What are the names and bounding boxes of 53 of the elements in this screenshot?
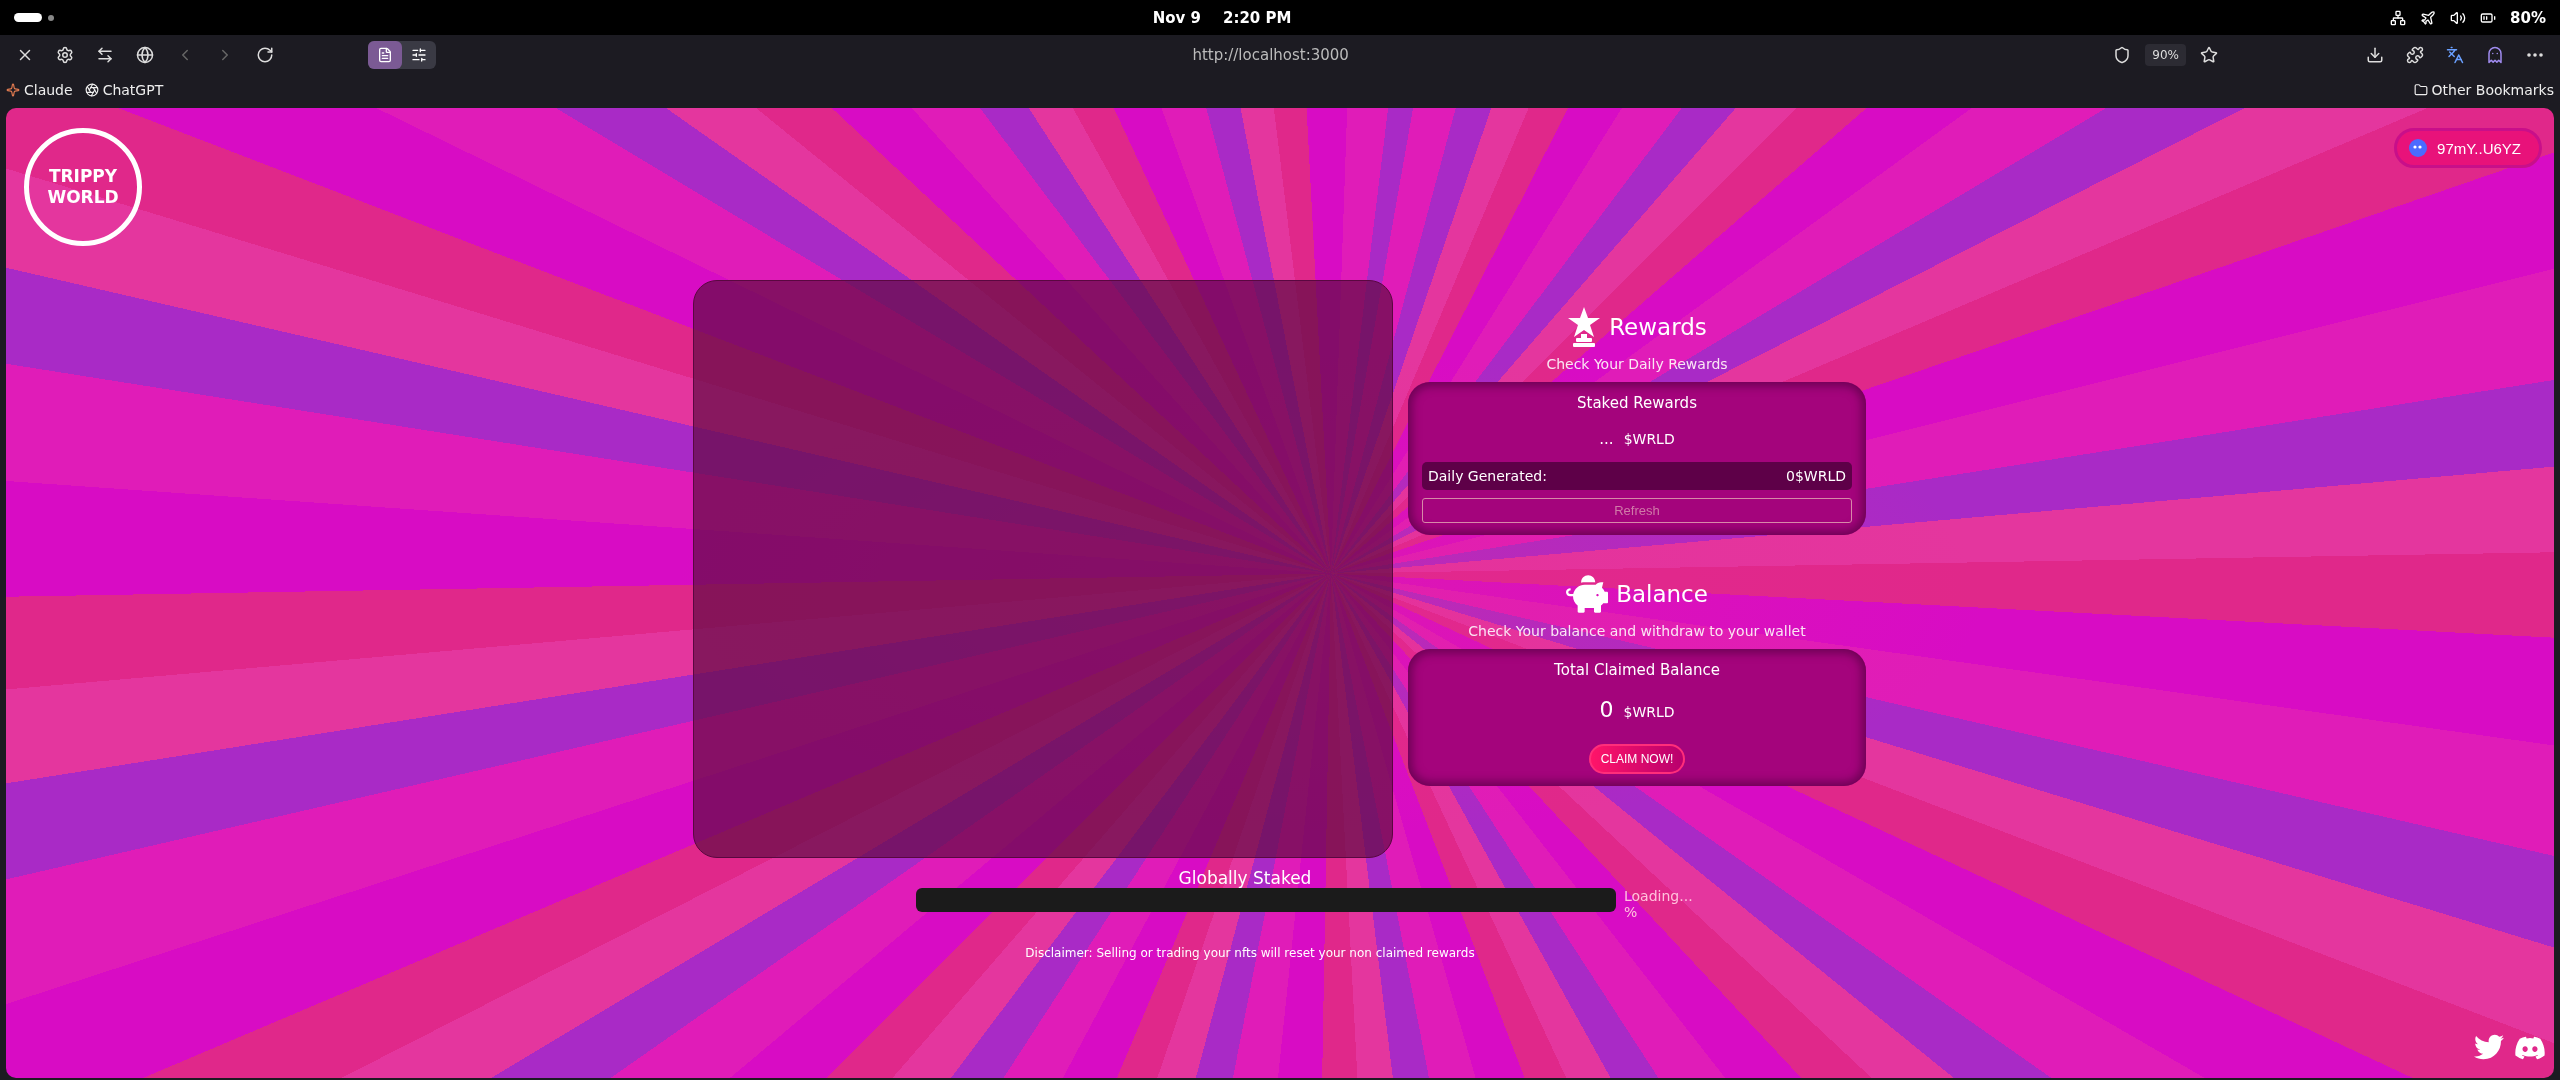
reload-icon xyxy=(256,46,274,64)
daily-generated-label: Daily Generated: xyxy=(1428,468,1547,484)
globe-icon xyxy=(136,46,154,64)
rewards-amount: ... xyxy=(1599,430,1614,448)
address-bar-url[interactable]: http://localhost:3000 xyxy=(442,46,2100,64)
puzzle-icon xyxy=(2406,46,2424,64)
battery-percentage: 80% xyxy=(2510,8,2546,27)
document-icon xyxy=(377,47,393,63)
swap-arrows-icon xyxy=(96,46,114,64)
disclaimer-text: Disclaimer: Selling or trading your nfts will reset your non claimed rewards xyxy=(1025,946,1475,960)
card-title: Staked Rewards xyxy=(1577,394,1697,412)
translate-icon xyxy=(2446,46,2464,64)
clock-time: 2:20 PM xyxy=(1222,8,1292,27)
aperture-icon xyxy=(84,83,99,97)
folder-icon xyxy=(2413,83,2428,97)
loading-status: Loading... xyxy=(1624,888,1694,904)
ghost-icon xyxy=(2486,46,2504,64)
card-title: Total Claimed Balance xyxy=(1554,661,1720,679)
bookmark-link[interactable]: Claude xyxy=(6,82,73,98)
globally-staked-title: Globally Staked xyxy=(1178,868,1312,888)
balance-heading: Balance xyxy=(1616,581,1708,607)
star-icon xyxy=(2200,46,2218,64)
zoom-level[interactable]: 90% xyxy=(2145,44,2186,66)
balance-amount: 0 xyxy=(1599,697,1614,722)
piggy-bank-icon xyxy=(1566,573,1609,615)
bookmark-link[interactable]: ChatGPT xyxy=(84,82,164,98)
daily-generated-value: 0$WRLD xyxy=(1786,468,1846,484)
volume-icon xyxy=(2450,9,2467,26)
currency-unit: $WRLD xyxy=(1623,431,1675,447)
sparkle-icon xyxy=(6,83,20,97)
airplane-icon xyxy=(2420,9,2437,26)
clock-date: Nov 9 xyxy=(1152,8,1201,27)
wallet-avatar-icon xyxy=(2409,139,2428,157)
workspace-dot xyxy=(48,14,54,21)
rewards-heading: Rewards xyxy=(1609,314,1707,340)
activities-indicator[interactable] xyxy=(14,13,42,22)
page-view-button[interactable] xyxy=(368,41,402,69)
rewards-subtitle: Check Your Daily Rewards xyxy=(1546,356,1728,372)
logo[interactable]: TRIPPY WORLD xyxy=(24,128,142,246)
percent-label: % xyxy=(1624,904,1639,920)
other-bookmarks-link[interactable]: Other Bookmarks xyxy=(2413,82,2554,98)
currency-unit: $WRLD xyxy=(1623,704,1675,720)
download-icon xyxy=(2366,46,2384,64)
shield-icon xyxy=(2113,46,2132,64)
wallet-button[interactable]: 97mY..U6YZ xyxy=(2394,128,2542,168)
sliders-icon xyxy=(411,47,427,63)
star-trophy-icon xyxy=(1567,306,1602,348)
more-icon xyxy=(2527,53,2543,57)
claim-now-button[interactable]: CLAIM NOW! xyxy=(1588,744,1686,774)
network-icon xyxy=(2390,9,2407,26)
twitter-icon xyxy=(2474,1032,2504,1062)
balance-subtitle: Check Your balance and withdraw to your wallet xyxy=(1468,623,1806,639)
settings-icon xyxy=(56,46,74,64)
